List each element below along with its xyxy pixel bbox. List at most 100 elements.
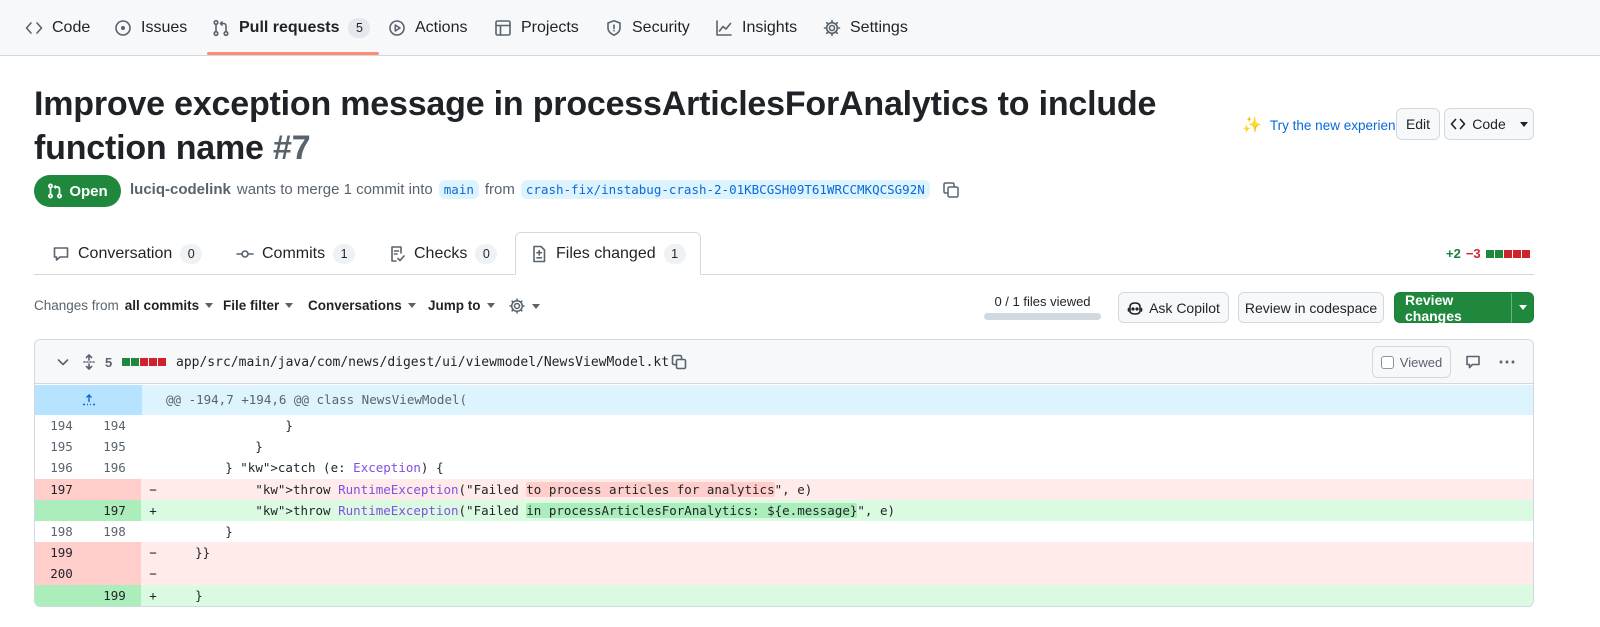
code-line: } [165,523,233,539]
base-branch[interactable]: main [438,180,479,199]
old-line-number[interactable]: 195 [35,436,88,457]
sparkle-icon: ✨ [1242,117,1262,134]
old-line-number[interactable]: 199 [35,542,88,564]
copy-icon[interactable] [942,181,960,199]
viewed-checkbox[interactable]: Viewed [1372,346,1451,378]
diffstat-blocks [1485,249,1530,258]
old-line-number[interactable]: 194 [35,415,88,436]
copy-icon[interactable] [671,340,687,384]
tab-checks[interactable]: Checks 0 [374,232,511,275]
kebab-menu-icon[interactable]: ⋯ [1498,340,1517,384]
old-line-number[interactable]: 200 [35,563,88,585]
file-path[interactable]: app/src/main/java/com/news/digest/ui/vie… [176,340,669,384]
conversations-label: Conversations [308,298,402,313]
gear-icon [823,19,841,37]
active-nav-underline [207,52,379,55]
changes-from-prefix: Changes from [34,298,119,313]
changes-from-dropdown[interactable]: Changes from all commits [34,298,214,313]
review-changes-button[interactable]: Review changes [1394,291,1534,324]
code-button-label: Code [1472,116,1506,132]
author-link[interactable]: luciq-codelink [130,181,231,198]
issue-icon [115,20,131,36]
code-line: } [165,587,203,603]
new-line-number[interactable]: 199 [88,584,141,606]
diff-line: 194 194 } [35,415,1533,436]
diff-line-deleted: 200 − [35,563,1533,585]
new-line-number[interactable]: 194 [88,415,141,436]
new-line-number[interactable] [88,478,141,500]
nav-item-projects[interactable]: Projects [494,0,579,56]
expand-all-button[interactable] [81,340,97,384]
pull-request-icon [213,19,229,37]
tab-label: Conversation [78,244,173,262]
code-line: "kw">throw RuntimeException("Failed to p… [255,481,813,497]
tab-label: Commits [262,244,326,262]
code-line: } "kw">catch (e: Exception) { [165,460,444,476]
old-line-number[interactable]: 198 [35,521,88,542]
diff-line: 195 195 } [35,436,1533,457]
nav-item-pull-requests[interactable]: Pull requests 5 [212,0,371,56]
nav-item-label: Insights [742,19,798,36]
diff-line-deleted: 197 − "kw">throw RuntimeException("Faile… [35,478,1533,500]
tab-commits[interactable]: Commits 1 [222,232,369,275]
new-line-number[interactable]: 198 [88,521,141,542]
tab-files-changed[interactable]: Files changed 1 [515,232,701,275]
review-changes-dropdown[interactable] [1512,305,1533,310]
repo-nav: Code Issues Pull requests 5 Actions Proj… [0,0,1600,56]
nav-item-code[interactable]: Code [25,0,90,56]
diff-sign [141,521,165,542]
page-title: Improve exception message in processArti… [34,82,1224,170]
nav-item-security[interactable]: Security [605,0,690,56]
ask-copilot-button[interactable]: Ask Copilot [1118,292,1229,323]
code-dropdown-button[interactable]: Code [1444,108,1534,140]
collapse-file-button[interactable] [55,340,71,384]
gear-icon [509,298,525,314]
old-line-number[interactable] [35,499,88,521]
new-line-number[interactable]: 195 [88,436,141,457]
diff-sign: + [149,502,157,518]
jump-to-dropdown[interactable]: Jump to [428,298,495,313]
file-change-count: 5 [105,354,113,370]
try-new-experience-link[interactable]: ✨ Try the new experience [1242,115,1410,135]
nav-item-settings[interactable]: Settings [823,0,908,56]
nav-item-issues[interactable]: Issues [114,0,187,56]
new-line-number[interactable]: 196 [88,457,141,478]
diff-sign: + [149,587,157,603]
chevron-down-icon [205,303,214,308]
chevron-down-icon [486,303,495,308]
nav-item-label: Issues [141,19,188,36]
additions-count: +2 [1446,246,1461,261]
diff-sign [141,457,165,478]
old-line-number[interactable] [35,584,88,606]
expand-up-button[interactable] [35,385,142,415]
file-diffstat-blocks [122,340,166,384]
diff-settings-dropdown[interactable] [508,297,540,315]
files-viewed-text: 0 / 1 files viewed [994,294,1091,309]
chevron-down-icon [285,303,294,308]
nav-item-label: Security [632,19,690,36]
diffstat: +2 −3 [1446,246,1530,261]
pr-number: #7 [273,129,311,167]
table-icon [495,20,511,36]
comment-on-file-button[interactable] [1465,340,1481,384]
tab-conversation[interactable]: Conversation 0 [38,232,216,275]
file-filter-dropdown[interactable]: File filter [223,298,294,313]
nav-item-actions[interactable]: Actions [388,0,467,56]
file-header: 5 app/src/main/java/com/news/digest/ui/v… [35,340,1533,384]
edit-button[interactable]: Edit [1396,108,1440,140]
code-line: }} [165,545,211,561]
code-icon [1450,118,1466,130]
conversations-dropdown[interactable]: Conversations [308,298,416,313]
review-changes-label: Review changes [1405,291,1462,324]
nav-item-insights[interactable]: Insights [715,0,797,56]
new-line-number[interactable] [88,542,141,564]
old-line-number[interactable]: 197 [35,478,88,500]
tab-count: 0 [475,243,498,264]
pull-request-icon [48,183,63,199]
new-line-number[interactable]: 197 [88,499,141,521]
status-badge: Open [34,175,121,207]
new-line-number[interactable] [88,563,141,585]
head-branch[interactable]: crash-fix/instabug-crash-2-01KBCGSH09T61… [520,180,930,199]
old-line-number[interactable]: 196 [35,457,88,478]
review-in-codespace-button[interactable]: Review in codespace [1238,292,1384,323]
